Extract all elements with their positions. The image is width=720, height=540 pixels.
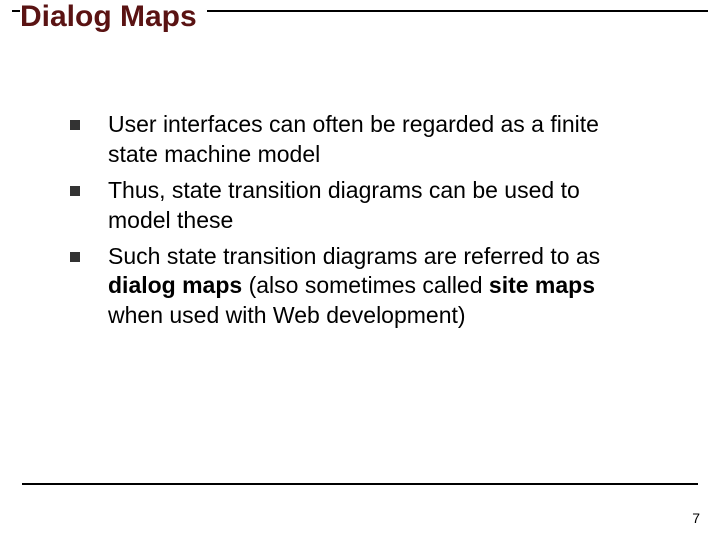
bullet-text: User interfaces can often be regarded as… xyxy=(108,110,630,170)
bullet-icon xyxy=(70,186,80,196)
body-area: User interfaces can often be regarded as… xyxy=(70,110,630,337)
title-area: Dialog Maps xyxy=(12,10,708,46)
list-item: Thus, state transition diagrams can be u… xyxy=(70,176,630,236)
bullet-icon xyxy=(70,252,80,262)
page-number: 7 xyxy=(692,510,700,526)
slide: Dialog Maps User interfaces can often be… xyxy=(0,0,720,540)
bottom-rule xyxy=(22,483,698,485)
bullet-icon xyxy=(70,120,80,130)
bullet-text: Thus, state transition diagrams can be u… xyxy=(108,176,630,236)
list-item: Such state transition diagrams are refer… xyxy=(70,242,630,332)
bullet-text: Such state transition diagrams are refer… xyxy=(108,242,630,332)
list-item: User interfaces can often be regarded as… xyxy=(70,110,630,170)
slide-title: Dialog Maps xyxy=(20,0,207,34)
